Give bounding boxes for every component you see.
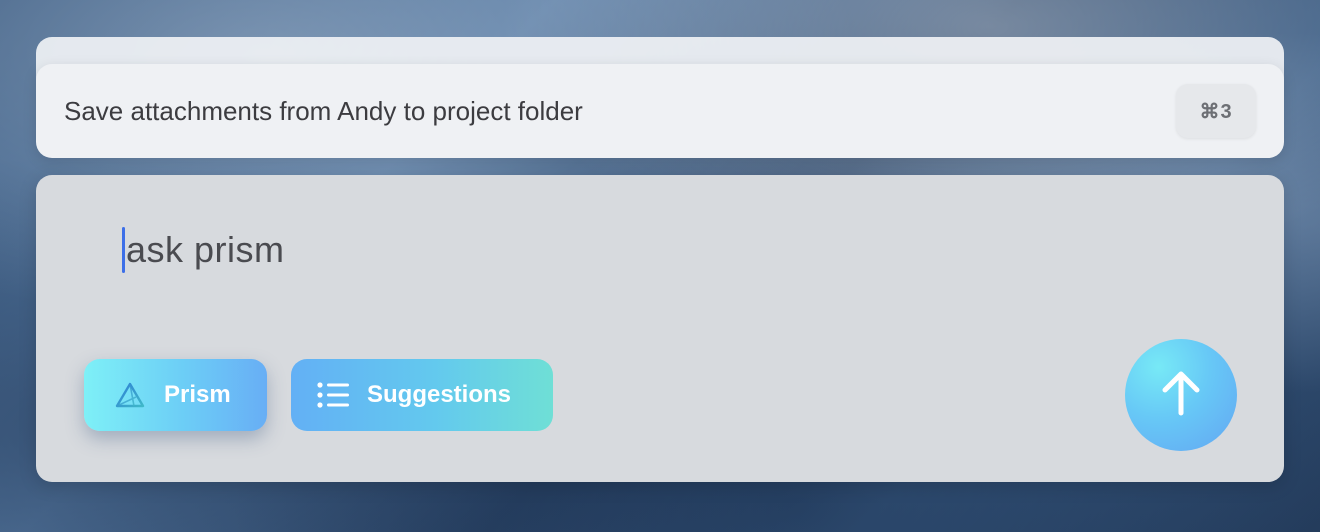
prism-triangle-icon — [114, 381, 146, 409]
prompt-panel: ask prism Prism Suggestions — [36, 175, 1284, 482]
prism-mode-label: Prism — [164, 381, 231, 408]
suggestion-text: Save attachments from Andy to project fo… — [64, 95, 583, 126]
list-icon — [317, 382, 349, 408]
suggestion-item[interactable]: Save attachments from Andy to project fo… — [36, 64, 1284, 158]
shortcut-badge: ⌘3 — [1176, 84, 1256, 138]
prompt-placeholder: ask prism — [126, 229, 285, 270]
suggestions-mode-label: Suggestions — [367, 381, 512, 408]
prism-mode-button[interactable]: Prism — [84, 359, 267, 431]
send-button[interactable] — [1125, 339, 1237, 451]
suggestions-mode-button[interactable]: Suggestions — [291, 359, 553, 431]
arrow-up-icon — [1159, 369, 1203, 422]
prompt-input[interactable]: ask prism — [122, 227, 285, 273]
text-caret — [122, 227, 125, 273]
